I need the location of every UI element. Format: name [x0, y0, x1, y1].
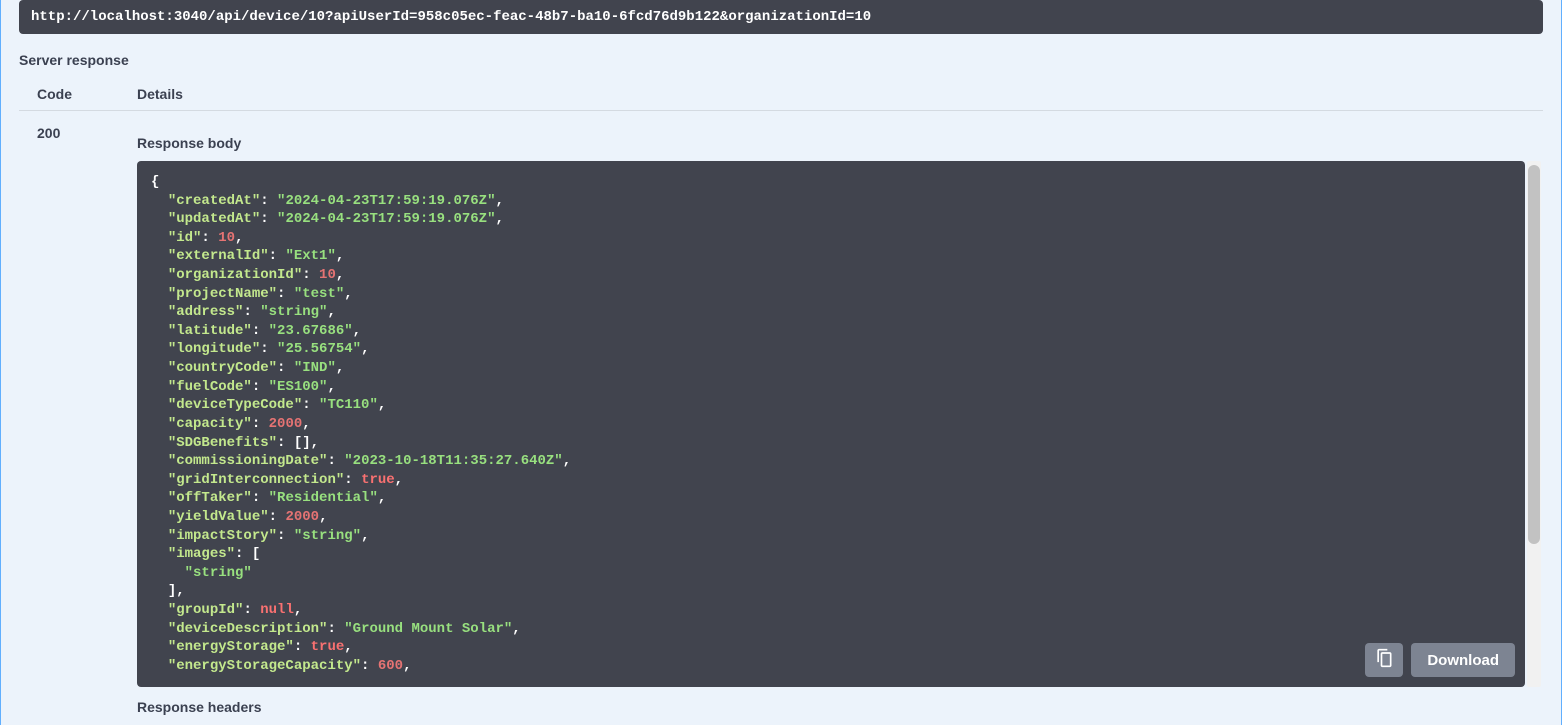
status-code: 200 — [37, 125, 137, 715]
response-headers-label: Response headers — [137, 699, 1525, 715]
header-code: Code — [37, 86, 137, 102]
header-details: Details — [137, 86, 183, 102]
response-body[interactable]: { "createdAt": "2024-04-23T17:59:19.076Z… — [137, 161, 1525, 687]
response-actions: Download — [1365, 643, 1515, 677]
scrollbar-track[interactable] — [1527, 161, 1541, 687]
response-body-wrap: { "createdAt": "2024-04-23T17:59:19.076Z… — [137, 161, 1525, 687]
response-row: 200 Response body { "createdAt": "2024-0… — [19, 111, 1543, 715]
response-table-header: Code Details — [19, 86, 1543, 111]
copy-button[interactable] — [1365, 643, 1403, 677]
response-body-label: Response body — [137, 135, 1525, 151]
download-button[interactable]: Download — [1411, 643, 1515, 677]
clipboard-icon — [1374, 648, 1394, 672]
server-response-label: Server response — [1, 34, 1561, 78]
scrollbar-thumb[interactable] — [1528, 165, 1540, 544]
request-url-box: http://localhost:3040/api/device/10?apiU… — [19, 0, 1543, 34]
